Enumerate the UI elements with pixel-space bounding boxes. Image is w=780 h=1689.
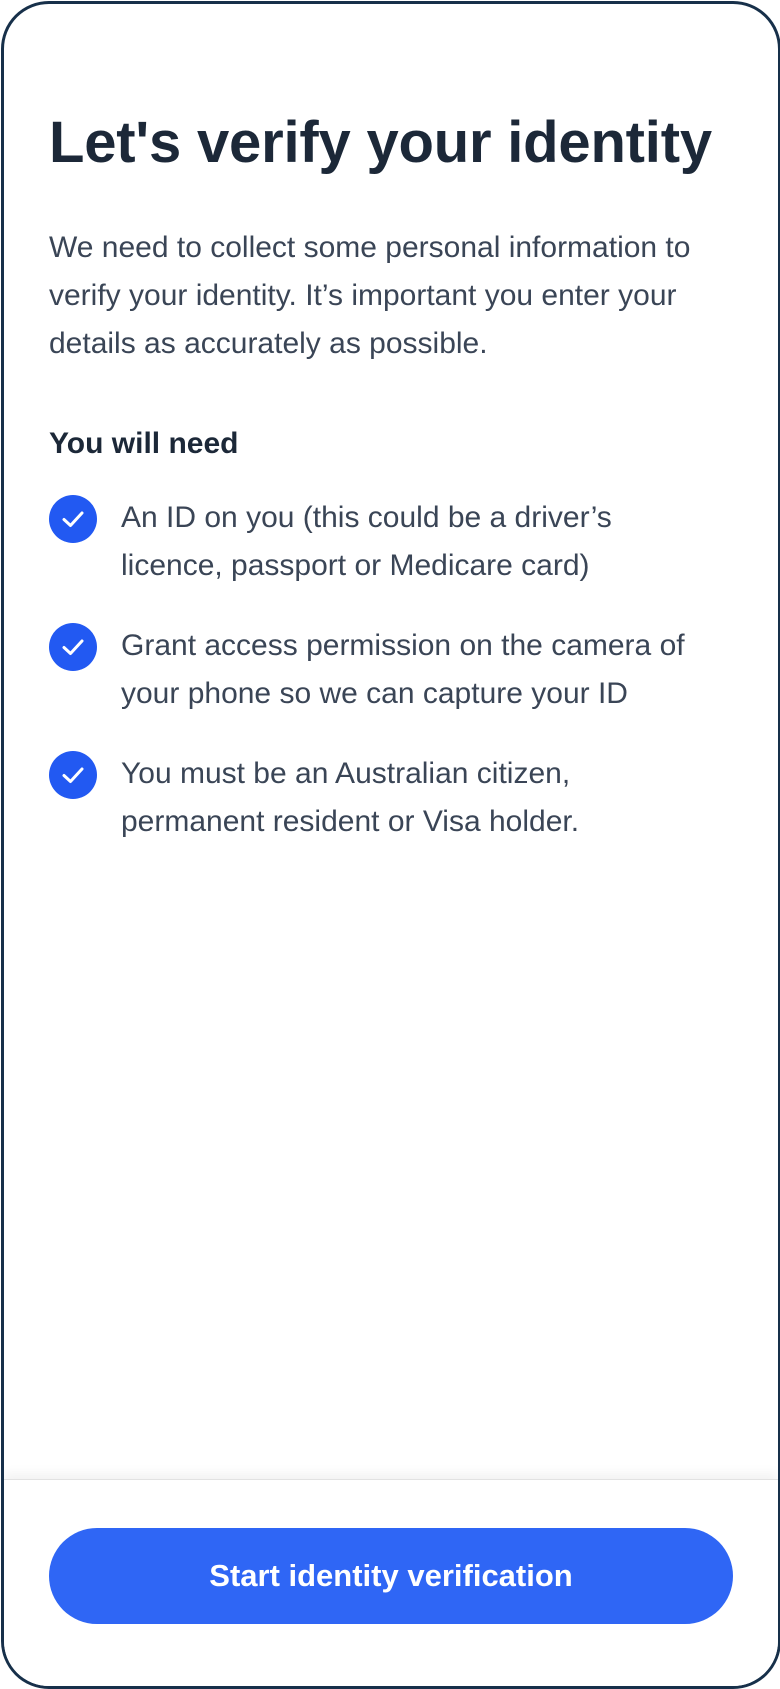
requirement-text: You must be an Australian citizen, perma… xyxy=(121,757,580,838)
intro-text: We need to collect some personal informa… xyxy=(49,231,691,360)
check-circle-icon xyxy=(49,623,97,671)
requirement-text: Grant access permission on the camera of… xyxy=(121,629,685,710)
requirement-item-camera: Grant access permission on the camera of… xyxy=(49,622,739,718)
requirements-list: An ID on you (this could be a driver’s l… xyxy=(49,494,739,846)
device-frame: Let's verify your identity We need to co… xyxy=(1,1,780,1689)
check-circle-icon xyxy=(49,495,97,543)
main-content: Let's verify your identity We need to co… xyxy=(49,104,739,878)
requirement-item-residency: You must be an Australian citizen, perma… xyxy=(49,750,739,846)
start-verification-button[interactable]: Start identity verification xyxy=(49,1528,733,1624)
check-circle-icon xyxy=(49,751,97,799)
requirement-item-id: An ID on you (this could be a driver’s l… xyxy=(49,494,739,590)
requirement-text: An ID on you (this could be a driver’s l… xyxy=(121,501,612,582)
requirements-heading: You will need xyxy=(49,427,239,460)
footer-bar: Start identity verification xyxy=(4,1479,778,1686)
page-title: Let's verify your identity xyxy=(49,110,712,175)
